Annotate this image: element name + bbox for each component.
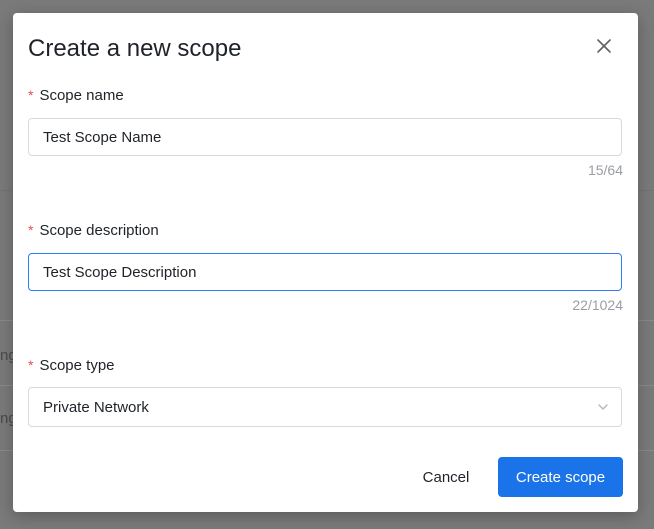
background-cell-text: ng (0, 347, 14, 364)
required-mark: * (28, 222, 34, 238)
close-icon (597, 39, 611, 53)
scope-name-label-text: Scope name (39, 87, 124, 104)
dialog-title: Create a new scope (28, 35, 242, 62)
scope-type-label-text: Scope type (39, 357, 115, 374)
scope-name-input[interactable] (28, 118, 622, 156)
scope-description-label-text: Scope description (39, 222, 159, 239)
scope-description-label: * Scope description (28, 220, 159, 241)
scope-name-label: * Scope name (28, 85, 124, 106)
required-mark: * (28, 357, 34, 373)
scope-type-selected-value: Private Network (43, 399, 149, 416)
create-scope-dialog: Create a new scope * Scope name 15/64 * Sc… (13, 13, 638, 512)
create-scope-button[interactable]: Create scope (498, 457, 623, 497)
cancel-button[interactable]: Cancel (408, 457, 484, 497)
scope-name-counter: 15/64 (587, 162, 623, 178)
background-cell-text: ng (0, 410, 14, 427)
scope-type-label: * Scope type (28, 355, 115, 376)
scope-type-select[interactable]: Private Network (28, 387, 622, 427)
close-button[interactable] (593, 35, 615, 57)
required-mark: * (28, 87, 34, 103)
scope-description-input[interactable] (28, 253, 622, 291)
chevron-down-icon (598, 404, 608, 410)
scope-description-counter: 22/1024 (572, 297, 623, 313)
